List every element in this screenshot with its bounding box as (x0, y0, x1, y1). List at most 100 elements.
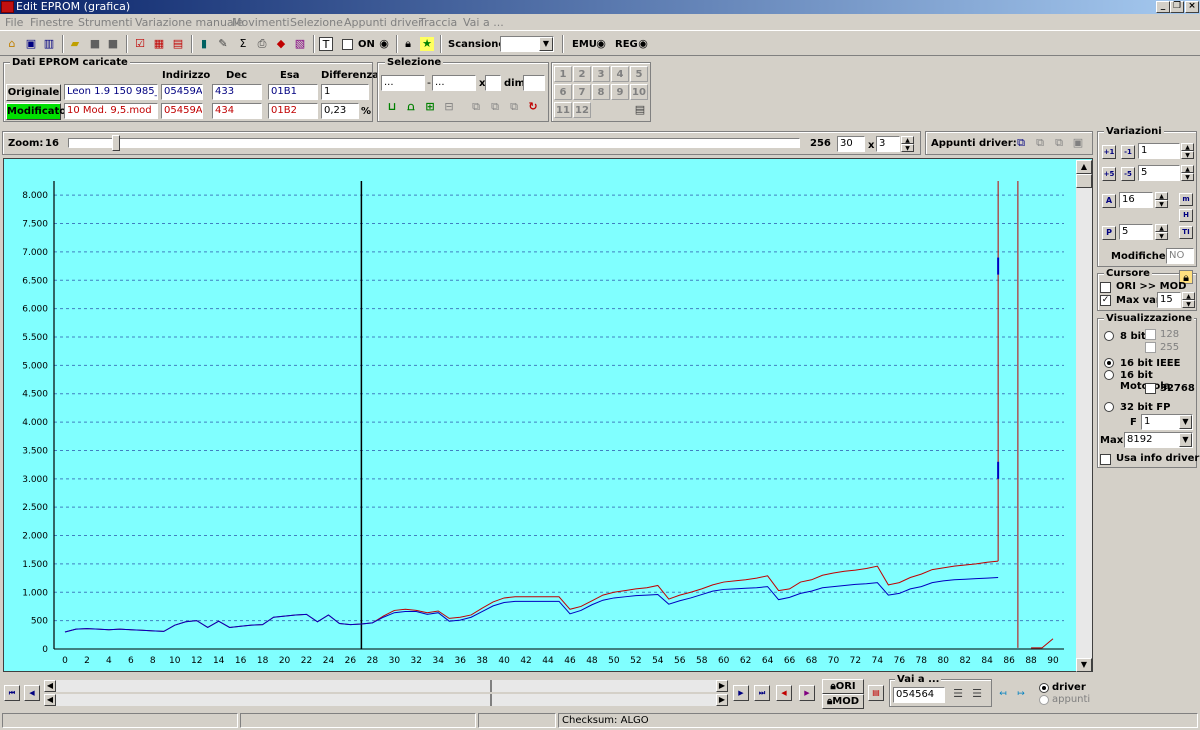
windows-icon[interactable]: ▣ (24, 37, 38, 51)
originale-button[interactable]: Originale (6, 84, 61, 101)
var-3-down[interactable]: ▼ (1155, 200, 1168, 208)
menu-movimenti[interactable]: Movimenti (232, 16, 290, 29)
zoom-slider[interactable] (68, 135, 800, 151)
originale-file-field[interactable]: Leon 1.9 150 985_170 (64, 84, 158, 100)
on-checkbox[interactable] (342, 39, 353, 50)
scansione-dropdown-icon[interactable]: ▼ (539, 37, 553, 51)
emu-icon[interactable]: ◉ (594, 37, 608, 51)
var-value-2-field[interactable]: 5 (1138, 165, 1180, 181)
appunti-paste-icon[interactable]: ⧉ (1033, 136, 1047, 150)
var-p-button[interactable]: P (1102, 226, 1116, 240)
num-10-button[interactable]: 10 (630, 84, 648, 100)
num-9-button[interactable]: 9 (611, 84, 629, 100)
var-m-button[interactable]: m (1179, 193, 1193, 206)
save-icon[interactable]: ■ (88, 37, 102, 51)
max-var-field[interactable]: 15 (1157, 292, 1181, 308)
var-plus5-button[interactable]: +5 (1102, 167, 1116, 181)
lock-icon[interactable]: 🔒︎ (401, 37, 415, 51)
runner-icon[interactable]: ★ (420, 37, 434, 51)
prev-icon[interactable]: ◀ (24, 685, 40, 701)
scroll-thumb[interactable] (1076, 174, 1092, 188)
first-icon[interactable]: ⏮ (4, 685, 20, 701)
var-4-up[interactable]: ▲ (1155, 224, 1168, 232)
hscroll-bottom[interactable]: ◀ ▶ (44, 694, 728, 706)
menu-traccia[interactable]: Traccia (419, 16, 457, 29)
num-4-button[interactable]: 4 (611, 66, 629, 82)
num-6-button[interactable]: 6 (554, 84, 572, 100)
radio-8bit[interactable] (1104, 331, 1114, 341)
var-1-up[interactable]: ▲ (1181, 143, 1194, 151)
scroll-up-icon[interactable]: ▲ (1076, 160, 1092, 174)
var-2-down[interactable]: ▼ (1181, 173, 1194, 181)
select-mid-icon[interactable]: ⩍ (404, 100, 418, 114)
appunti-delete-icon[interactable]: ▣ (1071, 136, 1085, 150)
var-1-down[interactable]: ▼ (1181, 151, 1194, 159)
next-diff-icon[interactable]: ▶ (799, 685, 815, 701)
menu-variazione-manuale[interactable]: Variazione manuale (135, 16, 244, 29)
m-right-icon[interactable]: ↦ (1014, 687, 1028, 701)
radio-driver[interactable] (1039, 683, 1049, 693)
var-a-button[interactable]: A (1102, 194, 1116, 208)
menu-appunti-driver[interactable]: Appunti driver (344, 16, 423, 29)
menu-finestre[interactable]: Finestre (30, 16, 73, 29)
num-3-button[interactable]: 3 (592, 66, 610, 82)
originale-esa-field[interactable]: 01B1 (268, 84, 318, 100)
target-icon[interactable]: ◉ (377, 37, 391, 51)
differenza-pct-field[interactable]: 0,23 (321, 103, 359, 119)
menu-vai-a[interactable]: Vai a ... (463, 16, 504, 29)
restore-button[interactable]: ❐ (1170, 1, 1184, 13)
selezione-to-field[interactable]: ... (432, 75, 476, 91)
print-icon[interactable]: ⎙ (255, 37, 269, 51)
var-value-1-field[interactable]: 1 (1138, 143, 1180, 159)
modificato-dec-field[interactable]: 434 (212, 103, 262, 119)
appunti-cut-icon[interactable]: ⧉ (1052, 136, 1066, 150)
select-clear-icon[interactable]: ⊟ (442, 100, 456, 114)
modificato-button[interactable]: Modificato (6, 103, 66, 120)
var-2-up[interactable]: ▲ (1181, 165, 1194, 173)
modificato-esa-field[interactable]: 01B2 (268, 103, 318, 119)
hscroll-bottom-right[interactable]: ▶ (716, 694, 728, 706)
radio-16bit-motorola[interactable] (1104, 370, 1114, 380)
check-icon[interactable]: ☑ (133, 37, 147, 51)
var-h-button[interactable]: H (1179, 209, 1193, 222)
sum-icon[interactable]: Σ (236, 37, 250, 51)
modificato-indirizzo-field[interactable]: 05459A (161, 103, 203, 119)
check-128[interactable] (1145, 329, 1156, 340)
vai-a-field[interactable]: 054564 (893, 687, 945, 703)
hscroll-top-left[interactable]: ◀ (44, 680, 56, 692)
num-7-button[interactable]: 7 (573, 84, 591, 100)
check-32768[interactable] (1145, 383, 1156, 394)
f-dropdown-icon[interactable]: ▼ (1179, 415, 1192, 429)
zoom-mult-field[interactable]: 3 (876, 136, 900, 152)
menu-selezione[interactable]: Selezione (290, 16, 343, 29)
mod-button[interactable]: 🔒︎MOD (822, 694, 864, 709)
menu-strumenti[interactable]: Strumenti (78, 16, 133, 29)
max-var-checkbox[interactable]: ✓ (1100, 295, 1111, 306)
line-chart[interactable]: 8.000 7.500 7.000 6.500 6.000 5.500 5.000 4.500… (4, 159, 1076, 671)
originale-indirizzo-field[interactable]: 05459A (161, 84, 203, 100)
var-value-3-field[interactable]: 16 (1119, 192, 1153, 208)
num-12-button[interactable]: 12 (573, 102, 591, 118)
max-dropdown-icon[interactable]: ▼ (1179, 433, 1192, 447)
var-minus1-button[interactable]: -1 (1121, 145, 1135, 159)
prev-diff-icon[interactable]: ◀ (776, 685, 792, 701)
list-icon[interactable]: ☰ (951, 687, 965, 701)
originale-dec-field[interactable]: 433 (212, 84, 262, 100)
zoom-value-field[interactable]: 30 (837, 136, 865, 152)
cut-sel-icon[interactable]: ⧉ (507, 100, 521, 114)
num-2-button[interactable]: 2 (573, 66, 591, 82)
open-folder-icon[interactable]: ▰ (68, 37, 82, 51)
reg-icon[interactable]: ◉ (636, 37, 650, 51)
selezione-x-field[interactable] (485, 75, 501, 91)
radio-32bit-fp[interactable] (1104, 402, 1114, 412)
graph-vscroll[interactable]: ▲ ▼ (1076, 160, 1092, 672)
ori-mod-checkbox[interactable] (1100, 282, 1111, 293)
select-all-icon[interactable]: ⊞ (423, 100, 437, 114)
flag-icon[interactable]: ▤ (868, 685, 884, 701)
appunti-copy-icon[interactable]: ⧉ (1014, 136, 1028, 150)
m-left-icon[interactable]: ↤ (996, 687, 1010, 701)
graph-icon[interactable]: ▧ (293, 37, 307, 51)
zoom-mult-down[interactable]: ▼ (901, 144, 914, 152)
chip-icon[interactable]: ▮ (197, 37, 211, 51)
num-8-button[interactable]: 8 (592, 84, 610, 100)
